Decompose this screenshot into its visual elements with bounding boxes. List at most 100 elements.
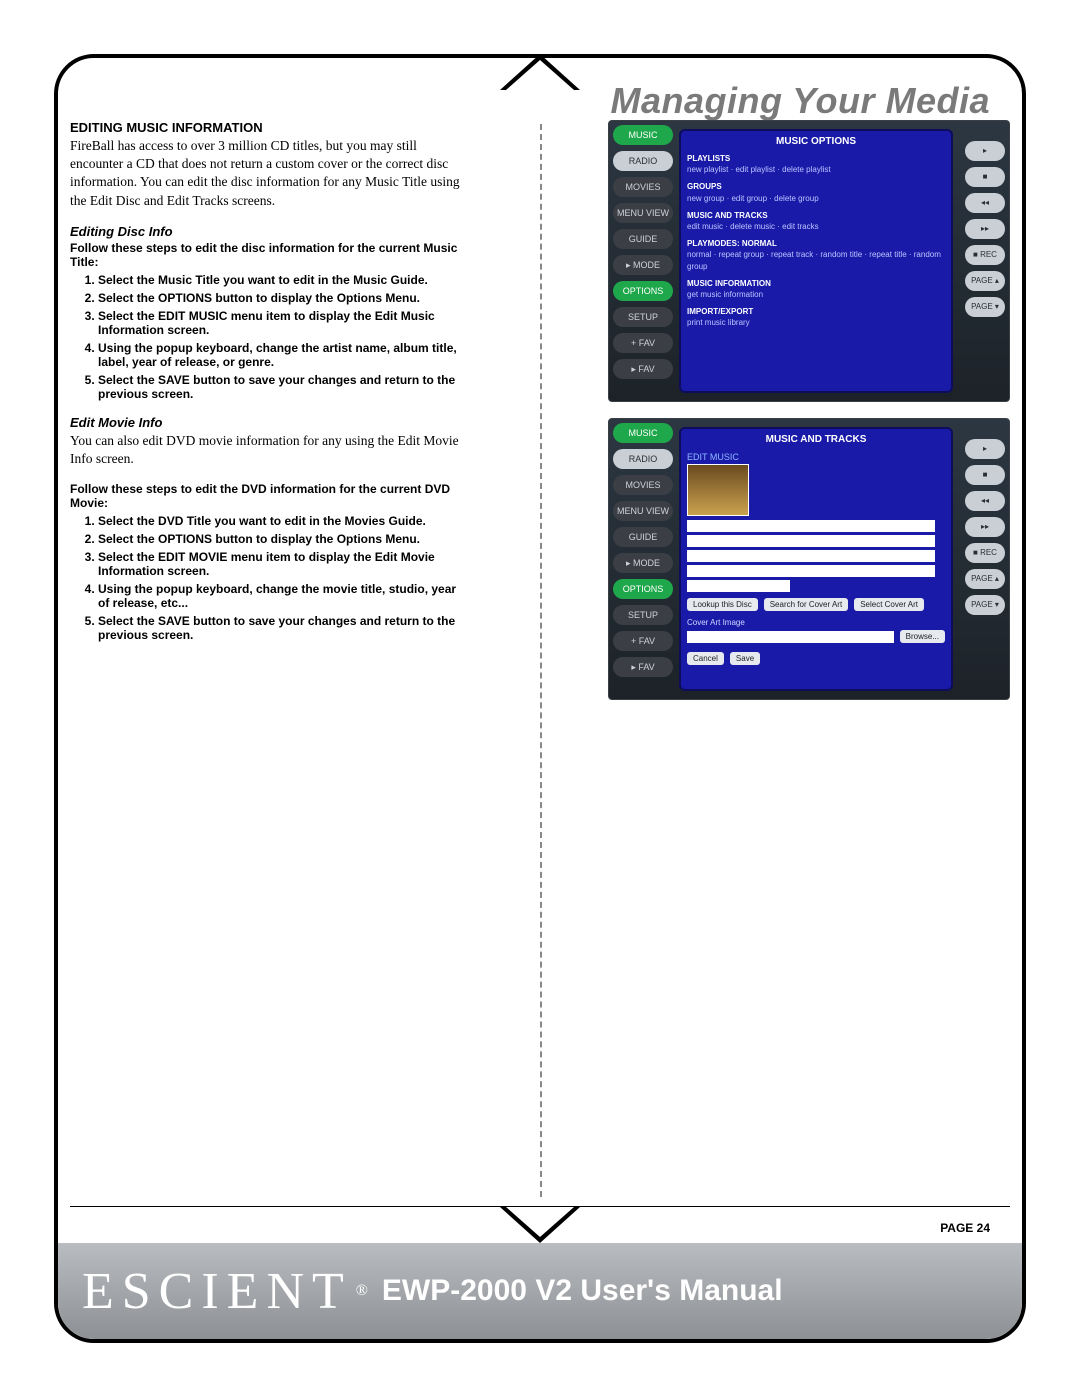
rbtn[interactable]: ▸ xyxy=(965,141,1005,161)
grp-h: PLAYMODES: NORMAL xyxy=(687,238,945,249)
cancel-button[interactable]: Cancel xyxy=(687,652,724,665)
screenshot-edit-music: MUSIC RADIO MOVIES MENU VIEW GUIDE ▸ MOD… xyxy=(608,418,1010,700)
grp-h: MUSIC INFORMATION xyxy=(687,278,945,289)
step: Select the OPTIONS button to display the… xyxy=(98,532,470,546)
side-btn[interactable]: MUSIC xyxy=(613,423,673,443)
browse-button[interactable]: Browse... xyxy=(900,630,945,643)
rbtn[interactable]: ■ xyxy=(965,465,1005,485)
manual-title: EWP-2000 V2 User's Manual xyxy=(382,1274,783,1308)
section-header: Managing Your Media xyxy=(610,80,990,122)
grp-h: PLAYLISTS xyxy=(687,153,945,164)
steps-disc-info: Select the Music Title you want to edit … xyxy=(70,273,470,401)
grp-h: IMPORT/EXPORT xyxy=(687,306,945,317)
step: Using the popup keyboard, change the art… xyxy=(98,341,470,369)
side-btn[interactable]: MOVIES xyxy=(613,475,673,495)
top-notch-inner xyxy=(506,60,574,90)
right-column: MUSIC RADIO MOVIES MENU VIEW GUIDE ▸ MOD… xyxy=(480,120,1010,1197)
cover-art-thumb xyxy=(687,464,749,516)
rbtn[interactable]: ◂◂ xyxy=(965,193,1005,213)
grp-h: MUSIC AND TRACKS xyxy=(687,210,945,221)
grp-h: GROUPS xyxy=(687,181,945,192)
side-btn[interactable]: OPTIONS xyxy=(613,579,673,599)
step: Select the SAVE button to save your chan… xyxy=(98,373,470,401)
grp-l: get music information xyxy=(687,289,945,300)
shot-b-right-buttons: ▸ ■ ◂◂ ▸▸ ■ REC PAGE ▴ PAGE ▾ xyxy=(961,439,1005,695)
edit-field[interactable] xyxy=(687,520,935,532)
side-btn[interactable]: MENU VIEW xyxy=(613,501,673,521)
content-area: EDITING MUSIC INFORMATION FireBall has a… xyxy=(70,120,1010,1197)
shot-b-sidebar: MUSIC RADIO MOVIES MENU VIEW GUIDE ▸ MOD… xyxy=(613,423,673,695)
rbtn[interactable]: PAGE ▴ xyxy=(965,271,1005,291)
lead-movie-info: Follow these steps to edit the DVD infor… xyxy=(70,482,470,510)
side-btn[interactable]: ▸ FAV xyxy=(613,657,673,677)
rbtn[interactable]: PAGE ▾ xyxy=(965,595,1005,615)
step: Select the Music Title you want to edit … xyxy=(98,273,470,287)
heading-editing-music: EDITING MUSIC INFORMATION xyxy=(70,120,470,135)
side-btn[interactable]: RADIO xyxy=(613,151,673,171)
rbtn[interactable]: ■ REC xyxy=(965,543,1005,563)
side-btn[interactable]: ▸ MODE xyxy=(613,553,673,573)
side-btn[interactable]: ▸ FAV xyxy=(613,359,673,379)
shot-a-sidebar: MUSIC RADIO MOVIES MENU VIEW GUIDE ▸ MOD… xyxy=(613,125,673,397)
heading-disc-info: Editing Disc Info xyxy=(70,224,470,239)
panel-subtitle: EDIT MUSIC xyxy=(687,451,945,464)
step: Select the SAVE button to save your chan… xyxy=(98,614,470,642)
edit-field[interactable] xyxy=(687,580,790,592)
side-btn[interactable]: RADIO xyxy=(613,449,673,469)
side-btn[interactable]: GUIDE xyxy=(613,527,673,547)
rbtn[interactable]: PAGE ▴ xyxy=(965,569,1005,589)
shot-b-panel: MUSIC AND TRACKS EDIT MUSIC Lookup this … xyxy=(679,427,953,691)
body-movie-info: You can also edit DVD movie information … xyxy=(70,432,470,468)
step: Select the DVD Title you want to edit in… xyxy=(98,514,470,528)
rbtn[interactable]: ◂◂ xyxy=(965,491,1005,511)
panel-title: MUSIC AND TRACKS xyxy=(687,433,945,447)
side-btn[interactable]: + FAV xyxy=(613,333,673,353)
side-btn[interactable]: MUSIC xyxy=(613,125,673,145)
select-cover-button[interactable]: Select Cover Art xyxy=(854,598,924,611)
side-btn[interactable]: + FAV xyxy=(613,631,673,651)
grp-l: edit music · delete music · edit tracks xyxy=(687,221,945,232)
grp-l: new playlist · edit playlist · delete pl… xyxy=(687,164,945,175)
shot-a-panel: MUSIC OPTIONS PLAYLISTSnew playlist · ed… xyxy=(679,129,953,393)
rbtn[interactable]: PAGE ▾ xyxy=(965,297,1005,317)
search-cover-button[interactable]: Search for Cover Art xyxy=(764,598,848,611)
step: Select the EDIT MOVIE menu item to displ… xyxy=(98,550,470,578)
steps-movie-info: Select the DVD Title you want to edit in… xyxy=(70,514,470,642)
rbtn[interactable]: ▸▸ xyxy=(965,517,1005,537)
cover-art-label: Cover Art Image xyxy=(687,617,945,628)
side-btn[interactable]: OPTIONS xyxy=(613,281,673,301)
grp-l: print music library xyxy=(687,317,945,328)
edit-field[interactable] xyxy=(687,565,935,577)
heading-movie-info: Edit Movie Info xyxy=(70,415,470,430)
side-btn[interactable]: MOVIES xyxy=(613,177,673,197)
lead-disc-info: Follow these steps to edit the disc info… xyxy=(70,241,470,269)
rbtn[interactable]: ▸ xyxy=(965,439,1005,459)
page-number: PAGE 24 xyxy=(940,1221,990,1235)
cover-path-field[interactable] xyxy=(687,631,894,643)
step: Select the OPTIONS button to display the… xyxy=(98,291,470,305)
side-btn[interactable]: SETUP xyxy=(613,605,673,625)
screenshot-music-options: MUSIC RADIO MOVIES MENU VIEW GUIDE ▸ MOD… xyxy=(608,120,1010,402)
side-btn[interactable]: GUIDE xyxy=(613,229,673,249)
registered-mark: ® xyxy=(356,1282,368,1300)
step: Select the EDIT MUSIC menu item to displ… xyxy=(98,309,470,337)
rbtn[interactable]: ▸▸ xyxy=(965,219,1005,239)
edit-field[interactable] xyxy=(687,535,935,547)
brand-logo: ESCIENT xyxy=(82,1262,352,1321)
side-btn[interactable]: MENU VIEW xyxy=(613,203,673,223)
lookup-disc-button[interactable]: Lookup this Disc xyxy=(687,598,758,611)
body-editing-music: FireBall has access to over 3 million CD… xyxy=(70,137,470,210)
side-btn[interactable]: SETUP xyxy=(613,307,673,327)
edit-field[interactable] xyxy=(687,550,935,562)
grp-l: new group · edit group · delete group xyxy=(687,193,945,204)
left-column: EDITING MUSIC INFORMATION FireBall has a… xyxy=(70,120,480,1197)
grp-l: normal · repeat group · repeat track · r… xyxy=(687,249,945,271)
side-btn[interactable]: ▸ MODE xyxy=(613,255,673,275)
footer-brand-bar: ESCIENT ® EWP-2000 V2 User's Manual xyxy=(58,1243,1022,1339)
rbtn[interactable]: ■ REC xyxy=(965,245,1005,265)
step: Using the popup keyboard, change the mov… xyxy=(98,582,470,610)
save-button[interactable]: Save xyxy=(730,652,760,665)
panel-title: MUSIC OPTIONS xyxy=(687,135,945,149)
rbtn[interactable]: ■ xyxy=(965,167,1005,187)
manual-page: Managing Your Media EDITING MUSIC INFORM… xyxy=(0,0,1080,1397)
